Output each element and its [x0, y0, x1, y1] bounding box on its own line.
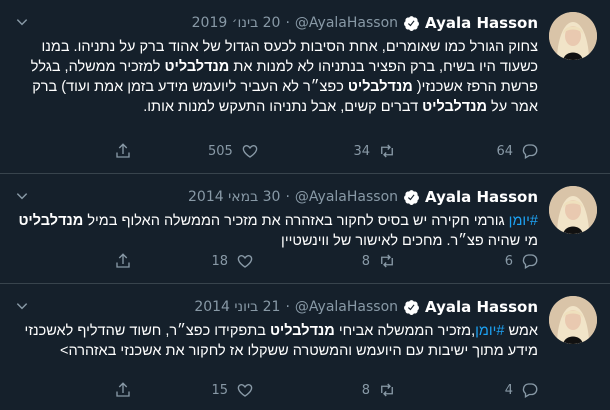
tweet-text-segment: גורמי חקירה יש בסיס לחקור באזהרה את מזכי…: [83, 213, 509, 229]
author-name[interactable]: Ayala Hasson: [425, 188, 538, 206]
tweet-feed: Ayala Hasson @AyalaHasson · 20 בינו׳ 201…: [0, 0, 610, 410]
mention-bold: מנדלבליט: [18, 213, 84, 229]
tweet-actions: 505 34 64: [0, 141, 538, 161]
retweet-button[interactable]: 8: [350, 380, 396, 400]
share-button[interactable]: [114, 141, 132, 161]
tweet-text: צחוק הגורל כמו שאומרים, אחת הסיבות לכעס …: [18, 37, 538, 117]
separator-dot: ·: [285, 189, 290, 205]
mention-bold: מנדלבליט: [422, 99, 487, 115]
tweet-text-segment: דברים קשים, אבל נתניהו התעקש למנות אותו.: [143, 99, 423, 115]
reply-count: 4: [504, 382, 513, 398]
hashtag-link[interactable]: #יומן: [509, 213, 538, 229]
tweet-header: Ayala Hasson @AyalaHasson · 21 ביוני 201…: [194, 297, 538, 317]
tweet-date[interactable]: 30 במאי 2014: [188, 189, 280, 205]
reply-icon: [522, 144, 538, 159]
chevron-down-icon[interactable]: [10, 186, 34, 206]
retweet-count: 34: [353, 143, 370, 159]
retweet-button[interactable]: 34: [350, 141, 396, 161]
tweet-text: #יומן גורמי חקירה יש בסיס לחקור באזהרה א…: [18, 211, 538, 251]
tweet-text-segment: אמש: [504, 323, 538, 339]
retweet-icon: [381, 254, 393, 268]
tweet-actions: 18 8 6: [0, 251, 538, 271]
reply-count: 6: [504, 253, 513, 269]
reply-button[interactable]: 4: [493, 380, 539, 400]
avatar[interactable]: [549, 186, 597, 234]
separator-dot: ·: [285, 15, 290, 31]
verified-badge-icon: [403, 189, 420, 206]
reply-button[interactable]: 64: [493, 141, 539, 161]
heart-icon: [242, 145, 258, 158]
tweet-text: אמש #יומן,מזכיר הממשלה אביחי מנדלבליט בת…: [18, 321, 538, 361]
like-count: 18: [211, 253, 228, 269]
tweet[interactable]: Ayala Hasson @AyalaHasson · 21 ביוני 201…: [0, 284, 610, 410]
avatar[interactable]: [549, 296, 597, 344]
reply-icon: [522, 254, 538, 269]
reply-icon: [522, 383, 538, 398]
like-button[interactable]: 18: [208, 251, 254, 271]
mention-bold: מנדלבליט: [347, 79, 413, 95]
author-handle[interactable]: @AyalaHasson: [295, 299, 398, 315]
avatar[interactable]: [549, 12, 597, 60]
author-handle[interactable]: @AyalaHasson: [295, 15, 398, 31]
share-icon: [116, 382, 130, 397]
share-button[interactable]: [114, 251, 132, 271]
tweet-header: Ayala Hasson @AyalaHasson · 20 בינו׳ 201…: [192, 13, 538, 33]
heart-icon: [237, 384, 253, 397]
like-button[interactable]: 15: [208, 380, 254, 400]
tweet-actions: 15 8 4: [0, 380, 538, 400]
retweet-count: 8: [361, 253, 370, 269]
tweet-header: Ayala Hasson @AyalaHasson · 30 במאי 2014: [188, 187, 538, 207]
verified-badge-icon: [403, 299, 420, 316]
chevron-down-icon[interactable]: [10, 296, 34, 316]
like-count: 505: [208, 143, 233, 159]
like-count: 15: [211, 382, 228, 398]
share-icon: [116, 143, 130, 158]
chevron-down-icon[interactable]: [10, 12, 34, 32]
reply-count: 64: [496, 143, 513, 159]
retweet-count: 8: [361, 382, 370, 398]
tweet-text-segment: מי שהיה פצ״ר. מחכים לאישור של ווינשטיין: [281, 233, 538, 249]
author-handle[interactable]: @AyalaHasson: [295, 189, 398, 205]
retweet-icon: [381, 383, 393, 397]
mention-bold: מנדלבליט: [269, 323, 335, 339]
share-button[interactable]: [114, 380, 132, 400]
author-name[interactable]: Ayala Hasson: [425, 14, 538, 32]
heart-icon: [237, 255, 253, 268]
reply-button[interactable]: 6: [493, 251, 539, 271]
like-button[interactable]: 505: [208, 141, 259, 161]
tweet-date[interactable]: 21 ביוני 2014: [194, 299, 280, 315]
tweet-date[interactable]: 20 בינו׳ 2019: [192, 15, 281, 31]
author-name[interactable]: Ayala Hasson: [425, 298, 538, 316]
hashtag-link[interactable]: #יומן: [475, 323, 504, 339]
share-icon: [116, 253, 130, 268]
mention-bold: מנדלבליט: [164, 59, 230, 75]
tweet[interactable]: Ayala Hasson @AyalaHasson · 30 במאי 2014…: [0, 174, 610, 284]
verified-badge-icon: [403, 15, 420, 32]
tweet-text-segment: ,מזכיר הממשלה אביחי: [334, 323, 476, 339]
retweet-button[interactable]: 8: [350, 251, 396, 271]
retweet-icon: [381, 144, 393, 158]
separator-dot: ·: [285, 299, 290, 315]
tweet[interactable]: Ayala Hasson @AyalaHasson · 20 בינו׳ 201…: [0, 0, 610, 174]
